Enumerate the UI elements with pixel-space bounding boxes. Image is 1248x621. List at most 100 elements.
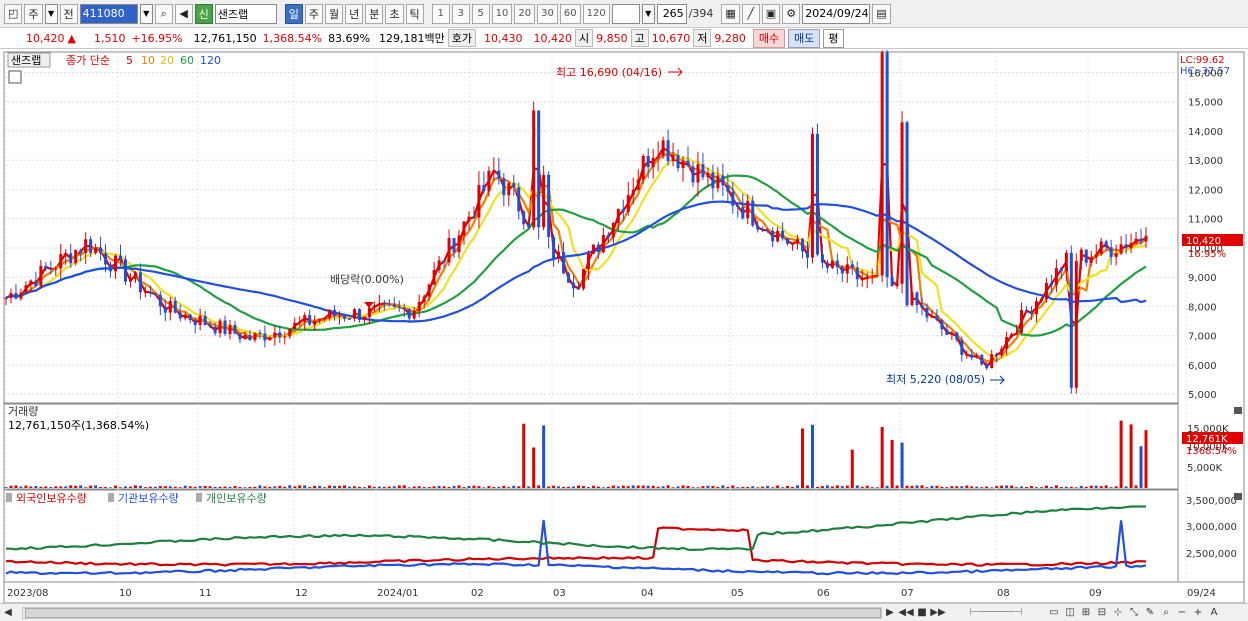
save-icon[interactable]: ▣ xyxy=(761,3,781,24)
buy-button[interactable]: 매수 xyxy=(752,28,786,48)
volume-bar xyxy=(1144,430,1148,488)
volume-bar xyxy=(298,485,302,488)
period-day[interactable]: 일 xyxy=(284,3,303,24)
scrollbar-thumb[interactable] xyxy=(25,607,881,618)
code-dropdown-icon[interactable]: ▼ xyxy=(139,3,153,24)
zoom-slider[interactable]: ⊢──────⊣ xyxy=(946,606,1046,620)
compare-icon[interactable]: ⊟ xyxy=(1094,606,1110,620)
volume-bar xyxy=(133,485,137,488)
last-price-tag: 10,420 xyxy=(1186,236,1221,247)
interval-1[interactable]: 1 xyxy=(431,3,450,24)
candle-body xyxy=(497,170,501,179)
magnifier-icon[interactable]: ⌕ xyxy=(1158,606,1174,620)
stop-icon[interactable]: ■ xyxy=(914,606,930,620)
candle-body xyxy=(323,318,327,320)
scroll-right-icon[interactable]: ▶ xyxy=(882,606,898,620)
candle-body xyxy=(805,251,809,258)
custom-interval-input[interactable] xyxy=(611,3,640,24)
horizontal-scrollbar[interactable] xyxy=(22,606,882,619)
period-tick[interactable]: 틱 xyxy=(405,3,424,24)
interval-120[interactable]: 120 xyxy=(582,3,610,24)
candle-body xyxy=(318,318,322,322)
stock-code-input[interactable]: 411080 xyxy=(79,3,138,24)
volume-bar xyxy=(1030,486,1034,488)
volume-bar xyxy=(1069,486,1073,488)
font-size-button[interactable]: A xyxy=(1206,606,1222,620)
candle-body xyxy=(328,309,332,319)
period-second[interactable]: 초 xyxy=(385,3,404,24)
candle-body xyxy=(676,155,680,169)
volume-bar xyxy=(616,486,620,488)
candle-body xyxy=(865,276,869,280)
trend-icon[interactable]: ⤡ xyxy=(1126,606,1142,620)
zoom-out-button[interactable]: − xyxy=(1174,606,1190,620)
split-icon[interactable]: ⊞ xyxy=(1078,606,1094,620)
volume-bar xyxy=(995,486,999,488)
volume-bar xyxy=(228,486,232,488)
candle-body xyxy=(815,133,819,255)
period-week-select[interactable]: 주 xyxy=(24,3,43,24)
candle-body xyxy=(781,230,785,239)
candle-body xyxy=(407,309,411,319)
candle-body xyxy=(562,251,566,274)
draw-icon[interactable]: ✎ xyxy=(1142,606,1158,620)
window-icon[interactable]: ◫ xyxy=(1062,606,1078,620)
volume-panel-close-icon[interactable] xyxy=(1234,407,1242,414)
layout-icon[interactable]: ▭ xyxy=(1046,606,1062,620)
chevron-down-icon[interactable]: ▼ xyxy=(44,3,58,24)
candle-body xyxy=(1099,241,1103,255)
volume-bar xyxy=(1089,485,1093,488)
average-button[interactable]: 평 xyxy=(823,28,844,48)
candle-body xyxy=(606,235,610,238)
interval-3[interactable]: 3 xyxy=(451,3,470,24)
volume-bar xyxy=(701,486,705,488)
interval-5[interactable]: 5 xyxy=(471,3,490,24)
chart-area[interactable]: 샌즈랩 종가 단순 5 10 20 60 120 LC:99.62 HC:-37… xyxy=(0,33,1248,604)
candle-body xyxy=(188,314,192,321)
interval-30[interactable]: 30 xyxy=(537,3,558,24)
x-tick-label: 04 xyxy=(641,588,654,599)
open-label: 시 xyxy=(575,29,594,47)
gear-icon[interactable]: ⚙ xyxy=(782,3,801,24)
period-minute[interactable]: 분 xyxy=(365,3,384,24)
date-input[interactable]: 2024/09/24 xyxy=(802,3,871,24)
volume-bar xyxy=(1054,485,1058,488)
sin-badge[interactable]: 신 xyxy=(194,3,213,24)
sell-button[interactable]: 매도 xyxy=(788,28,821,48)
volume-bar xyxy=(128,486,132,488)
period-week[interactable]: 주 xyxy=(304,3,324,24)
candle-body xyxy=(801,238,805,252)
volume-bar xyxy=(1025,487,1029,488)
zoom-in-button[interactable]: + xyxy=(1190,606,1206,620)
volume-bar xyxy=(338,485,342,488)
interval-dropdown-icon[interactable]: ▼ xyxy=(641,3,655,24)
stock-name-field[interactable]: 샌즈랩 xyxy=(214,3,277,24)
speaker-icon[interactable]: ◀ xyxy=(174,3,193,24)
scroll-left-icon[interactable]: ◀ xyxy=(0,606,16,620)
calculator-icon[interactable] xyxy=(8,70,22,84)
candle-body xyxy=(960,339,964,355)
crosshair-icon[interactable]: ⊹ xyxy=(1110,606,1126,620)
volume-bar xyxy=(104,487,108,488)
search-icon[interactable]: ⌕ xyxy=(154,3,173,24)
volume-bar xyxy=(248,486,252,488)
grid-icon[interactable]: ▦ xyxy=(721,3,740,24)
x-tick-label: 10 xyxy=(119,588,132,599)
bar-count-input[interactable]: 265 xyxy=(656,3,687,24)
interval-60[interactable]: 60 xyxy=(559,3,581,24)
candle-body xyxy=(123,259,127,282)
draw-tool-icon[interactable]: ╱ xyxy=(741,3,760,24)
interval-10[interactable]: 10 xyxy=(491,3,513,24)
holding-panel-close-icon[interactable] xyxy=(1234,493,1242,500)
rewind-icon[interactable]: ◀◀ xyxy=(898,606,914,620)
chart-canvas[interactable]: 샌즈랩 종가 단순 5 10 20 60 120 LC:99.62 HC:-37… xyxy=(0,33,1248,604)
period-year[interactable]: 년 xyxy=(345,3,364,24)
volume-bar xyxy=(118,487,122,488)
chart-settings-icon[interactable]: ◰ xyxy=(4,3,23,24)
period-month[interactable]: 월 xyxy=(325,3,344,24)
volume-bar xyxy=(815,486,819,488)
prev-button[interactable]: 전 xyxy=(59,3,78,24)
fast-forward-icon[interactable]: ▶▶ xyxy=(930,606,946,620)
interval-20[interactable]: 20 xyxy=(514,3,536,24)
calendar-icon[interactable]: ▤ xyxy=(872,3,891,24)
